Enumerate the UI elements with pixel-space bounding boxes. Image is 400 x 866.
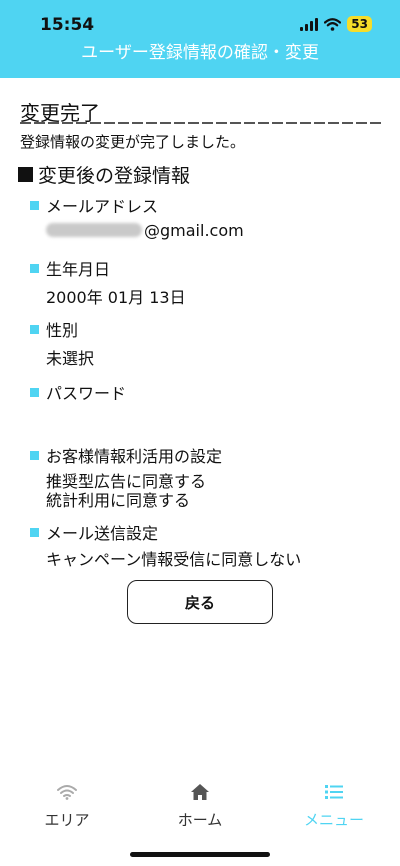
email-label: メールアドレス [30,193,158,217]
dashed-divider [20,122,382,124]
page-title: ユーザー登録情報の確認・変更 [81,43,319,63]
usage-settings-label: お客様情報利活用の設定 [30,443,222,467]
redacted-email-user [46,223,142,237]
tab-menu-label: メニュー [303,811,364,829]
bullet-icon [30,527,39,537]
password-label: パスワード [30,380,126,404]
bottom-tab-bar: エリア ホーム メニュー [0,780,400,840]
square-bullet-icon [18,167,33,182]
usage-value-stats: 統計利用に同意する [46,491,191,510]
tab-area-label: エリア [44,811,90,829]
signal-icon [300,17,319,31]
status-time: 15:54 [40,15,95,35]
header-bar: 15:54 53 ユーザー登録情報の確認・変更 [0,0,400,78]
list-icon [289,780,379,804]
birthday-label: 生年月日 [30,256,110,280]
wifi-icon [22,780,112,804]
birthday-value: 2000年 01月 13日 [46,288,186,307]
home-icon [155,780,245,804]
tab-home[interactable]: ホーム [155,780,245,830]
status-icons: 53 [300,16,372,32]
wifi-icon [324,17,342,31]
gender-label: 性別 [30,317,78,341]
home-indicator [130,852,270,857]
bullet-icon [30,324,39,334]
bullet-icon [30,200,39,210]
bullet-icon [30,263,39,273]
tab-menu[interactable]: メニュー [289,780,379,830]
section-title-text: 変更後の登録情報 [38,165,191,187]
tab-area[interactable]: エリア [22,780,112,830]
mail-settings-label: メール送信設定 [30,520,158,544]
gender-value: 未選択 [46,349,95,368]
completion-message: 登録情報の変更が完了しました。 [20,133,246,151]
email-value: @gmail.com [46,221,244,240]
bullet-icon [30,450,39,460]
mail-settings-value: キャンペーン情報受信に同意しない [46,550,302,569]
bullet-icon [30,387,39,397]
back-button[interactable]: 戻る [127,580,273,624]
section-title: 変更後の登録情報 [18,161,190,188]
tab-home-label: ホーム [177,811,223,829]
battery-icon: 53 [347,16,372,32]
